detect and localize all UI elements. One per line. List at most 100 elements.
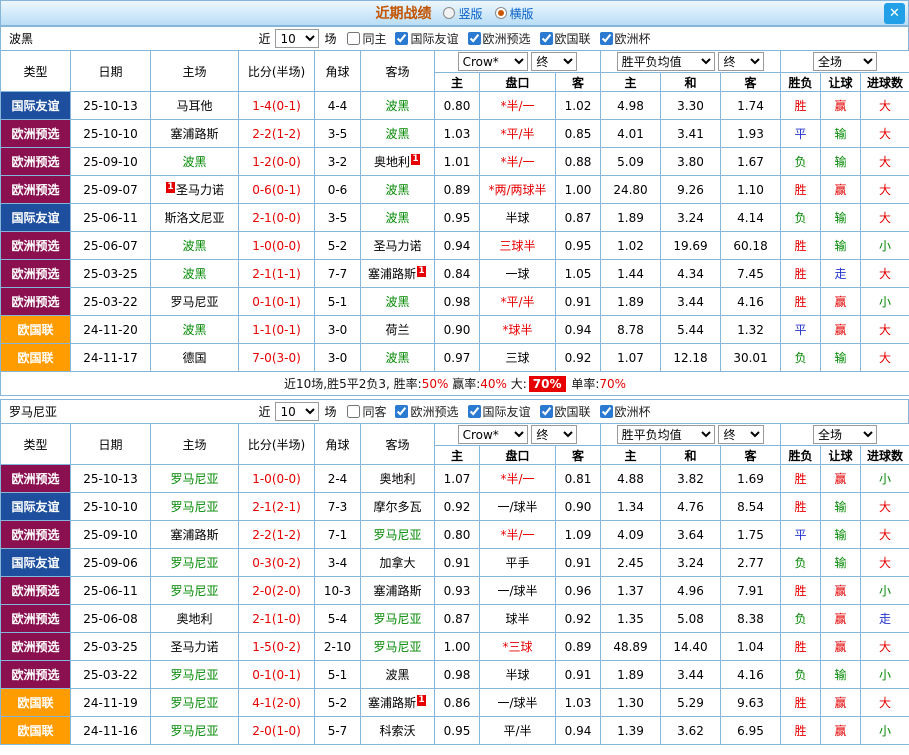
- away-team: 波黑: [361, 344, 435, 372]
- red-card-badge: 1: [166, 182, 175, 193]
- filter-checkbox-同主[interactable]: 同主: [347, 30, 386, 47]
- euro-draw-odds: 3.80: [661, 148, 721, 176]
- filter-checkbox-欧洲杯[interactable]: 欧洲杯: [600, 30, 651, 47]
- home-odds: 0.95: [435, 717, 480, 745]
- euro-home-odds: 1.89: [601, 204, 661, 232]
- match-date: 25-06-11: [71, 577, 151, 605]
- checkbox-input[interactable]: [347, 32, 360, 45]
- euro-away-odds: 1.93: [721, 120, 781, 148]
- match-rows: 欧洲预选25-10-13罗马尼亚1-0(0-0)2-4奥地利1.07*半/一0.…: [1, 465, 909, 745]
- summary-segment: 70%: [599, 377, 626, 391]
- col-euro-home: 主: [601, 446, 661, 465]
- team-label: 波黑: [385, 99, 409, 113]
- summary-row: 近10场,胜5平2负3, 胜率:50% 赢率:40% 大:70% 单率:70%: [1, 372, 909, 396]
- match-row: 欧国联24-11-20波黑1-1(0-1)3-0荷兰0.90*球半0.948.7…: [1, 316, 909, 344]
- match-row: 欧洲预选25-09-10波黑1-2(0-0)3-2奥地利11.01*半/一0.8…: [1, 148, 909, 176]
- filter-checkbox-同客[interactable]: 同客: [347, 403, 386, 420]
- euro-home-odds: 4.98: [601, 92, 661, 120]
- filter-checkbox-国际友谊[interactable]: 国际友谊: [395, 30, 458, 47]
- close-button[interactable]: ✕: [884, 3, 905, 24]
- filter-checkbox-欧洲预选[interactable]: 欧洲预选: [468, 30, 531, 47]
- euro-home-odds: 5.09: [601, 148, 661, 176]
- checkbox-input[interactable]: [468, 405, 481, 418]
- result-outcome: 胜: [781, 717, 821, 745]
- euro-time-select[interactable]: 终: [718, 425, 764, 444]
- away-team: 波黑: [361, 92, 435, 120]
- corner-count: 5-4: [315, 605, 361, 633]
- result-goals: 大: [861, 521, 909, 549]
- euro-source-select[interactable]: 胜平负均值: [617, 425, 715, 444]
- home-odds: 0.86: [435, 689, 480, 717]
- away-odds: 1.02: [556, 92, 601, 120]
- checkbox-input[interactable]: [468, 32, 481, 45]
- odds-time-select[interactable]: 终: [531, 52, 577, 71]
- near-count-select[interactable]: 10: [275, 402, 319, 421]
- filter-checkbox-欧国联[interactable]: 欧国联: [540, 403, 591, 420]
- filter-checkbox-国际友谊[interactable]: 国际友谊: [468, 403, 531, 420]
- result-handicap: 输: [821, 232, 861, 260]
- checkbox-input[interactable]: [540, 405, 553, 418]
- away-odds: 1.05: [556, 260, 601, 288]
- match-type-badge: 欧洲预选: [1, 176, 71, 204]
- checkbox-input[interactable]: [540, 32, 553, 45]
- odds-source-select[interactable]: Crow*: [458, 52, 528, 71]
- euro-home-odds: 1.44: [601, 260, 661, 288]
- euro-away-odds: 30.01: [721, 344, 781, 372]
- result-outcome: 胜: [781, 92, 821, 120]
- team-label: 马耳他: [176, 99, 212, 113]
- checkbox-input[interactable]: [600, 405, 613, 418]
- result-outcome: 胜: [781, 288, 821, 316]
- checkbox-input[interactable]: [347, 405, 360, 418]
- match-row: 欧洲预选25-06-07波黑1-0(0-0)5-2圣马力诺0.94三球半0.95…: [1, 232, 909, 260]
- col-euro-away: 客: [721, 446, 781, 465]
- result-goals: 大: [861, 549, 909, 577]
- result-goals: 小: [861, 232, 909, 260]
- checkbox-input[interactable]: [600, 32, 613, 45]
- col-euro-home: 主: [601, 73, 661, 92]
- checkbox-input[interactable]: [395, 32, 408, 45]
- euro-away-odds: 1.69: [721, 465, 781, 493]
- scope-select[interactable]: 全场: [813, 52, 877, 71]
- filter-checkbox-欧国联[interactable]: 欧国联: [540, 30, 591, 47]
- corner-count: 3-5: [315, 204, 361, 232]
- handicap-line: *半/一: [480, 465, 556, 493]
- filter-bar: 波黑 近 10 场 同主国际友谊欧洲预选欧国联欧洲杯: [0, 26, 909, 50]
- match-row: 欧洲预选25-10-13罗马尼亚1-0(0-0)2-4奥地利1.07*半/一0.…: [1, 465, 909, 493]
- result-handicap: 赢: [821, 689, 861, 717]
- home-odds: 0.95: [435, 204, 480, 232]
- result-handicap: 输: [821, 521, 861, 549]
- layout-radio-option[interactable]: 竖版: [443, 5, 482, 22]
- scope-select[interactable]: 全场: [813, 425, 877, 444]
- handicap-line: *两/两球半: [480, 176, 556, 204]
- match-date: 25-09-10: [71, 521, 151, 549]
- away-odds: 0.91: [556, 661, 601, 689]
- match-row: 欧洲预选25-09-10塞浦路斯2-2(1-2)7-1罗马尼亚0.80*半/一1…: [1, 521, 909, 549]
- filter-checkbox-欧洲预选[interactable]: 欧洲预选: [395, 403, 458, 420]
- near-count-select[interactable]: 10: [275, 29, 319, 48]
- match-row: 欧国联24-11-19罗马尼亚4-1(2-0)5-2塞浦路斯10.86一/球半1…: [1, 689, 909, 717]
- match-date: 24-11-16: [71, 717, 151, 745]
- result-outcome: 胜: [781, 260, 821, 288]
- match-type-badge: 欧国联: [1, 689, 71, 717]
- result-handicap: 输: [821, 549, 861, 577]
- competition-checkboxes: 同主国际友谊欧洲预选欧国联欧洲杯: [347, 30, 650, 47]
- filter-checkbox-欧洲杯[interactable]: 欧洲杯: [600, 403, 651, 420]
- away-team: 加拿大: [361, 549, 435, 577]
- team-label: 圣马力诺: [373, 239, 421, 253]
- team-label: 罗马尼亚: [373, 528, 421, 542]
- euro-away-odds: 9.63: [721, 689, 781, 717]
- odds-source-select[interactable]: Crow*: [458, 425, 528, 444]
- euro-home-odds: 4.01: [601, 120, 661, 148]
- checkbox-input[interactable]: [395, 405, 408, 418]
- euro-source-select[interactable]: 胜平负均值: [617, 52, 715, 71]
- layout-radio-option[interactable]: 横版: [495, 5, 534, 22]
- odds-time-select[interactable]: 终: [531, 425, 577, 444]
- corner-count: 7-7: [315, 260, 361, 288]
- team-label: 波黑: [182, 155, 206, 169]
- match-score: 2-1(0-0): [239, 204, 315, 232]
- handicap-line: *平/半: [480, 288, 556, 316]
- euro-time-select[interactable]: 终: [718, 52, 764, 71]
- result-handicap: 赢: [821, 288, 861, 316]
- match-type-badge: 欧国联: [1, 316, 71, 344]
- team-label: 波黑: [385, 295, 409, 309]
